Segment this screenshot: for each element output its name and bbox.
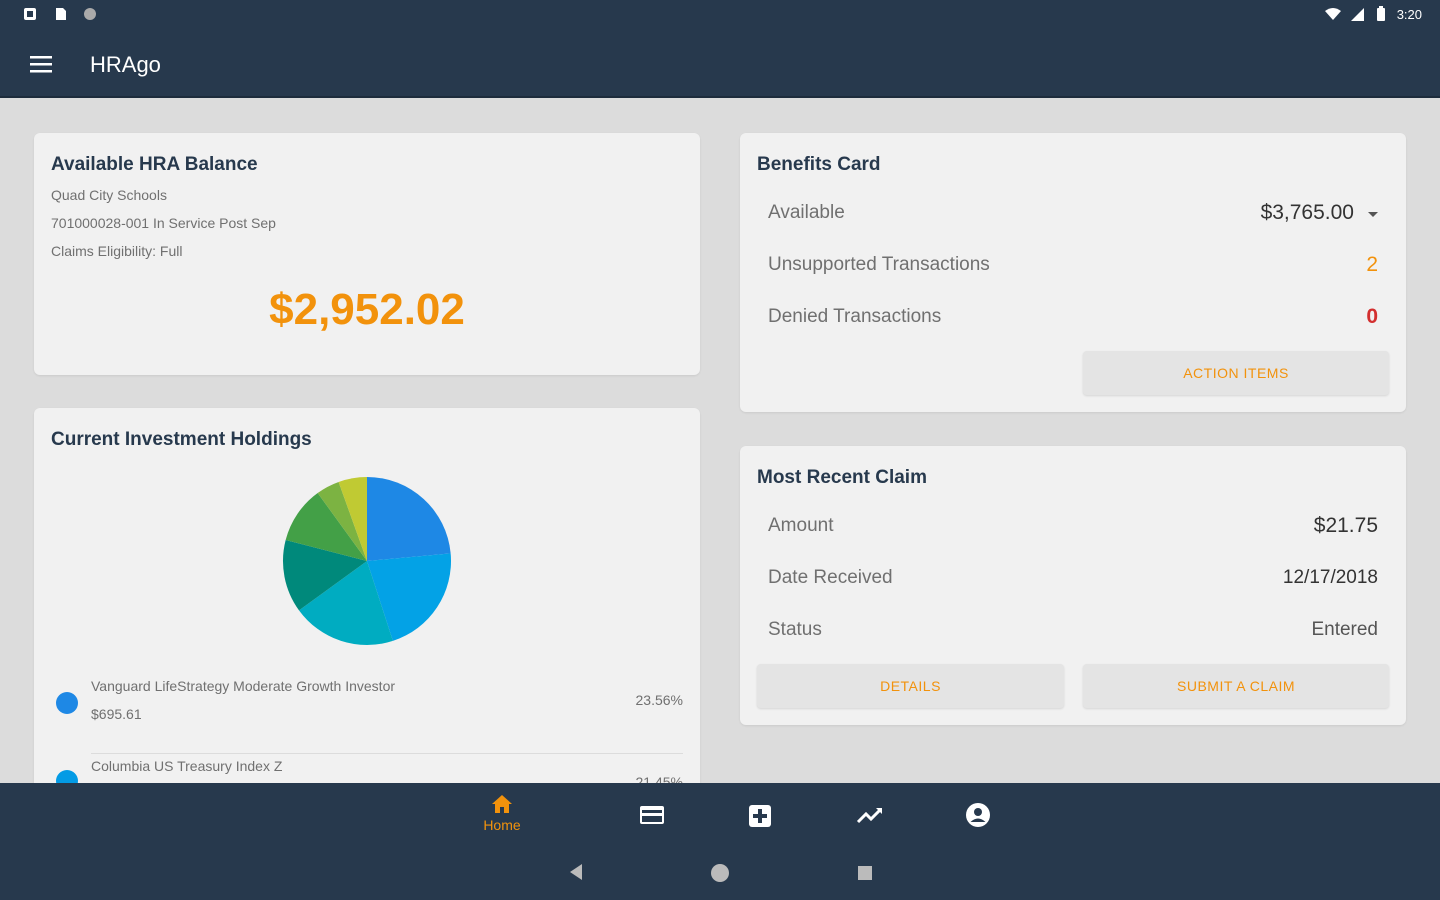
home-circle-icon[interactable] bbox=[709, 862, 731, 884]
add-claim-icon bbox=[749, 805, 771, 827]
home-icon bbox=[492, 795, 512, 813]
bottom-navigation: Home bbox=[0, 783, 1440, 900]
wifi-icon bbox=[1324, 8, 1341, 20]
claim-amount-label: Amount bbox=[768, 515, 834, 536]
claim-date-row: Date Received 12/17/2018 bbox=[768, 563, 1378, 593]
benefits-card-title: Benefits Card bbox=[757, 154, 881, 175]
hra-balance-amount: $2,952.02 bbox=[269, 285, 465, 334]
pie-slice-0[interactable] bbox=[367, 477, 451, 561]
tab-home-label: Home bbox=[483, 817, 521, 833]
app-bar: HRAgo bbox=[0, 30, 1440, 98]
holding-amount: $695.61 bbox=[91, 706, 142, 722]
app-title: HRAgo bbox=[90, 52, 161, 77]
holding-color-dot bbox=[56, 692, 78, 714]
unsupported-label: Unsupported Transactions bbox=[768, 254, 990, 275]
tab-home[interactable]: Home bbox=[462, 793, 542, 843]
tab-add-claim[interactable] bbox=[720, 803, 800, 853]
action-items-button[interactable]: ACTION ITEMS bbox=[1083, 351, 1389, 395]
denied-row: Denied Transactions 0 bbox=[768, 302, 1378, 332]
available-value: $3,765.00 bbox=[1260, 201, 1354, 224]
denied-count: 0 bbox=[1366, 305, 1378, 328]
available-row[interactable]: Available $3,765.00 bbox=[768, 198, 1378, 228]
investment-card-title: Current Investment Holdings bbox=[51, 429, 312, 450]
trending-icon bbox=[856, 807, 883, 824]
menu-icon[interactable] bbox=[28, 52, 54, 76]
hra-card-title: Available HRA Balance bbox=[51, 154, 258, 175]
recents-icon[interactable] bbox=[857, 865, 873, 881]
claim-amount-row: Amount $21.75 bbox=[768, 511, 1378, 541]
benefits-card: Benefits Card Available $3,765.00 Unsupp… bbox=[740, 133, 1406, 412]
notification-icon bbox=[24, 8, 36, 20]
claim-card-title: Most Recent Claim bbox=[757, 467, 927, 488]
holdings-pie-chart bbox=[283, 477, 451, 645]
investment-holdings-card: Current Investment Holdings Vanguard Lif… bbox=[34, 408, 700, 808]
claims-eligibility: Claims Eligibility: Full bbox=[51, 243, 183, 259]
submit-claim-button[interactable]: SUBMIT A CLAIM bbox=[1083, 664, 1389, 708]
details-button[interactable]: DETAILS bbox=[757, 664, 1064, 708]
tab-account[interactable] bbox=[938, 802, 1018, 852]
recent-claim-card: Most Recent Claim Amount $21.75 Date Rec… bbox=[740, 446, 1406, 725]
status-time: 3:20 bbox=[1396, 6, 1422, 22]
claim-amount-value: $21.75 bbox=[1313, 514, 1378, 537]
account-icon bbox=[966, 803, 990, 827]
claim-date-label: Date Received bbox=[768, 567, 893, 588]
unsupported-row: Unsupported Transactions 2 bbox=[768, 250, 1378, 280]
battery-icon bbox=[1376, 6, 1385, 21]
status-bar: 3:20 bbox=[0, 0, 1440, 30]
card-icon bbox=[640, 806, 664, 824]
divider bbox=[91, 753, 683, 754]
available-label: Available bbox=[768, 202, 845, 223]
signal-icon bbox=[1350, 8, 1364, 21]
holding-name: Vanguard LifeStrategy Moderate Growth In… bbox=[91, 678, 396, 694]
claim-status-value: Entered bbox=[1311, 619, 1378, 640]
denied-label: Denied Transactions bbox=[768, 306, 942, 327]
holding-name: Columbia US Treasury Index Z bbox=[91, 758, 283, 774]
claim-date-value: 12/17/2018 bbox=[1282, 567, 1378, 588]
employer-name: Quad City Schools bbox=[51, 187, 167, 203]
circle-icon bbox=[84, 8, 96, 20]
sd-card-icon bbox=[56, 8, 66, 20]
tab-investments[interactable] bbox=[830, 805, 910, 855]
claim-status-label: Status bbox=[768, 619, 822, 640]
tab-card[interactable] bbox=[612, 803, 692, 853]
account-info: 701000028-001 In Service Post Sep bbox=[51, 215, 276, 231]
chevron-down-icon[interactable] bbox=[1368, 212, 1378, 218]
unsupported-count: 2 bbox=[1366, 253, 1378, 276]
hra-balance-card: Available HRA Balance Quad City Schools … bbox=[34, 133, 700, 375]
holding-item[interactable]: Vanguard LifeStrategy Moderate Growth In… bbox=[51, 678, 683, 754]
back-icon[interactable] bbox=[568, 863, 584, 881]
claim-status-row: Status Entered bbox=[768, 615, 1378, 645]
holding-percent: 23.56% bbox=[635, 692, 683, 708]
